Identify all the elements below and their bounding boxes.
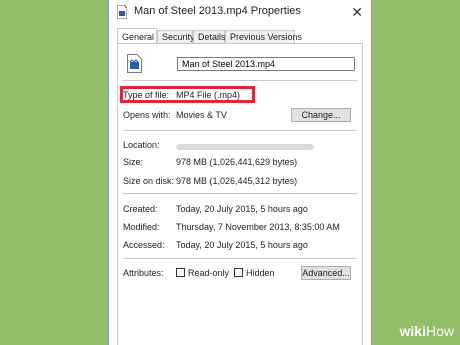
separator xyxy=(123,80,357,81)
size-on-disk-value: 978 MB (1,026,445,312 bytes) xyxy=(176,176,298,186)
tab-details[interactable]: Details xyxy=(193,30,226,43)
created-value: Today, 20 July 2015, 5 hours ago xyxy=(176,204,308,214)
advanced-button[interactable]: Advanced... xyxy=(301,266,351,280)
separator xyxy=(123,130,357,131)
tab-bar: General Security Details Previous Versio… xyxy=(109,28,371,44)
tab-general[interactable]: General xyxy=(117,28,157,44)
video-file-icon xyxy=(127,54,142,73)
type-value: MP4 File (.mp4) xyxy=(176,90,241,100)
accessed-value: Today, 20 July 2015, 5 hours ago xyxy=(176,240,308,250)
file-icon xyxy=(117,5,127,19)
separator xyxy=(123,258,357,259)
tab-previous-versions[interactable]: Previous Versions xyxy=(225,30,302,43)
opens-with-value: Movies & TV xyxy=(176,110,227,120)
file-name-input[interactable] xyxy=(177,57,355,71)
title-bar: Man of Steel 2013.mp4 Properties ✕ xyxy=(109,0,371,26)
window-title: Man of Steel 2013.mp4 Properties xyxy=(134,5,301,17)
change-button[interactable]: Change... xyxy=(291,108,351,122)
readonly-label: Read-only xyxy=(188,268,230,278)
type-label: Type of file: xyxy=(123,90,170,100)
watermark-wiki: wiki xyxy=(399,323,426,339)
size-value: 978 MB (1,026,441,629 bytes) xyxy=(176,157,298,167)
created-label: Created: xyxy=(123,204,158,214)
modified-value: Thursday, 7 November 2013, 8:35:00 AM xyxy=(176,222,340,232)
readonly-checkbox[interactable] xyxy=(176,268,185,277)
opens-with-label: Opens with: xyxy=(123,110,171,120)
size-on-disk-label: Size on disk: xyxy=(123,176,175,186)
accessed-label: Accessed: xyxy=(123,240,165,250)
watermark-how: How xyxy=(425,323,454,339)
close-button[interactable]: ✕ xyxy=(351,4,363,20)
size-label: Size: xyxy=(123,157,144,167)
modified-label: Modified: xyxy=(123,222,160,232)
tab-security[interactable]: Security xyxy=(157,30,195,43)
attributes-label: Attributes: xyxy=(123,268,164,278)
hidden-label: Hidden xyxy=(246,268,275,278)
location-value-blurred xyxy=(176,144,314,150)
properties-window: Man of Steel 2013.mp4 Properties ✕ Gener… xyxy=(108,0,372,345)
location-label: Location: xyxy=(123,140,160,150)
wikihow-watermark: wikiHow xyxy=(400,323,454,339)
hidden-checkbox[interactable] xyxy=(234,268,243,277)
separator xyxy=(123,193,357,194)
